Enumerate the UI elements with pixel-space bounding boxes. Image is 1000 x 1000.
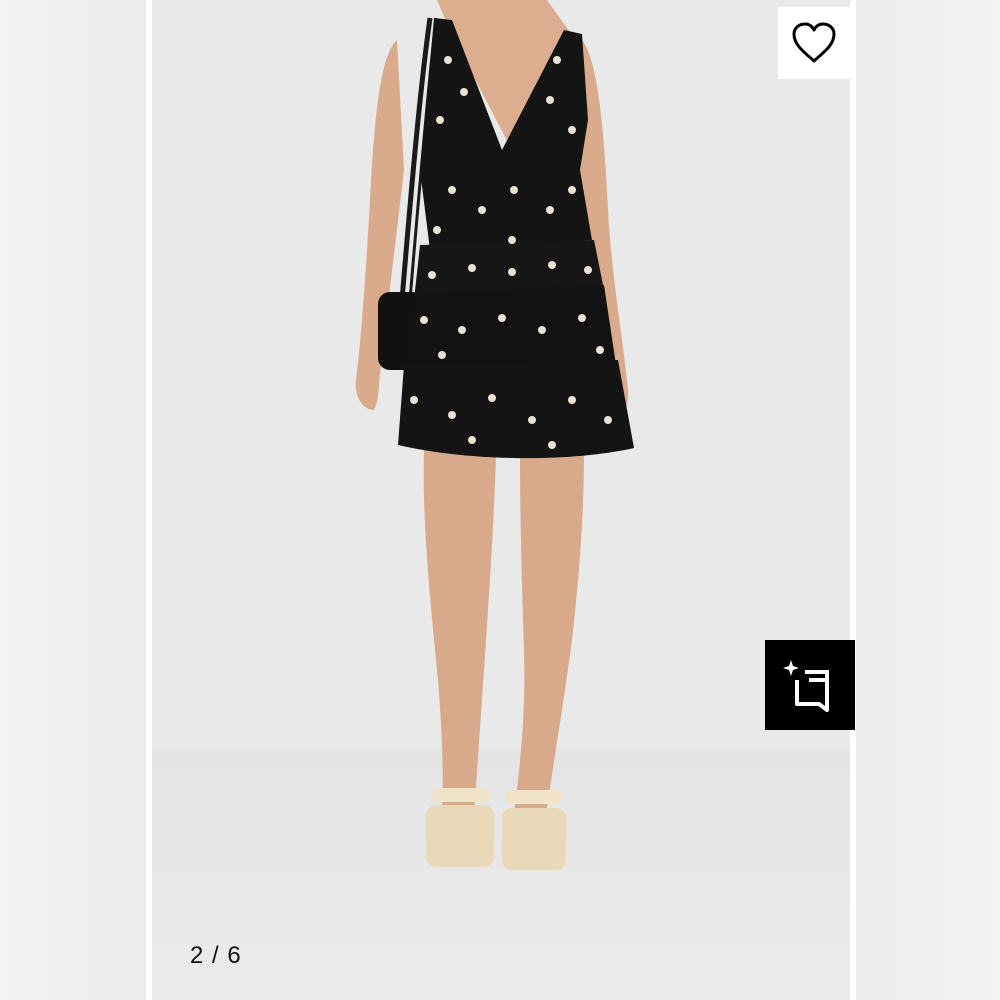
previous-image-peek[interactable]	[0, 0, 146, 1000]
next-image-peek[interactable]	[856, 0, 1000, 1000]
save-to-collection-button[interactable]	[765, 640, 855, 730]
heart-outline-icon	[792, 22, 836, 63]
product-image[interactable]	[152, 0, 850, 1000]
model-in-dress-illustration	[355, 0, 634, 870]
image-counter: 2 / 6	[190, 942, 242, 969]
favorite-button[interactable]	[778, 7, 850, 79]
sparkle-square-icon	[783, 660, 829, 712]
